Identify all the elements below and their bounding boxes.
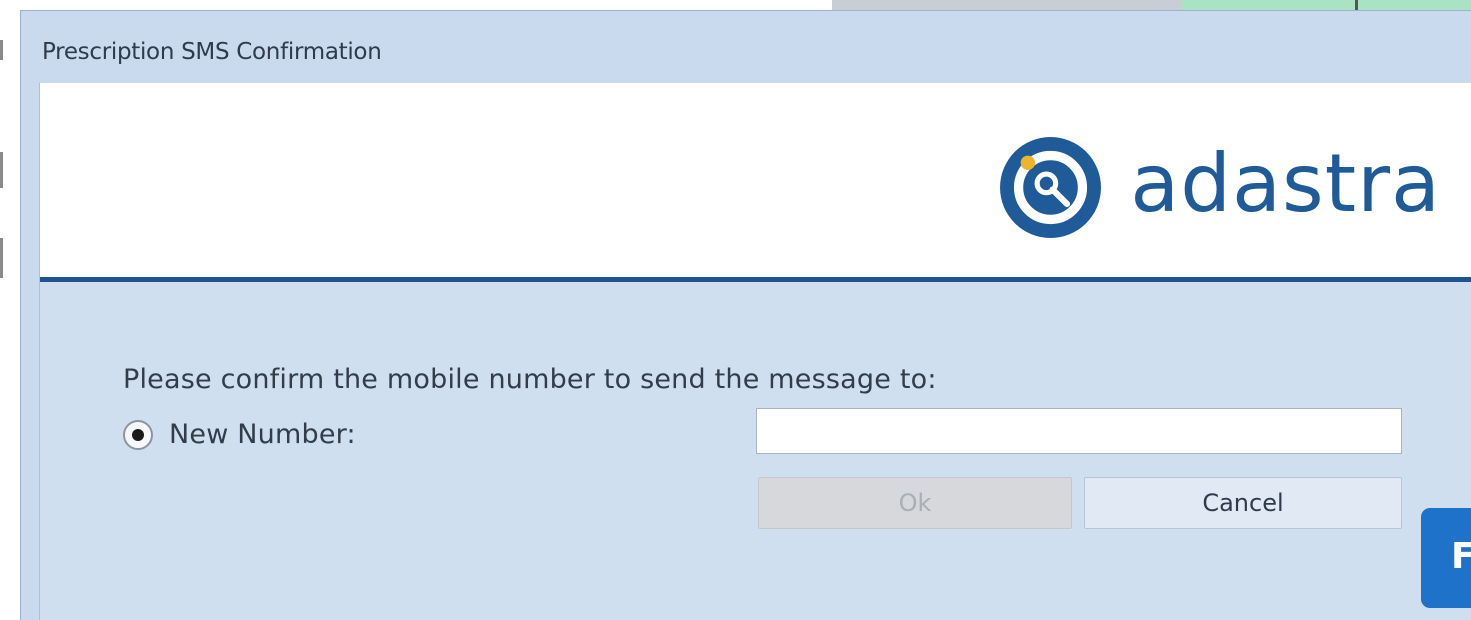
- dialog-title: Prescription SMS Confirmation: [42, 39, 382, 65]
- new-number-option[interactable]: New Number:: [123, 419, 356, 450]
- confirm-prompt: Please confirm the mobile number to send…: [123, 364, 937, 395]
- background-action-button[interactable]: F: [1421, 508, 1471, 608]
- adastra-logo: adastra: [999, 135, 1441, 240]
- background-window-edge: [0, 238, 3, 278]
- background-window-edge: [0, 40, 3, 60]
- banner-divider: [40, 277, 1471, 282]
- background-action-button-label: F: [1451, 536, 1471, 577]
- brand-name: adastra: [1130, 136, 1441, 230]
- new-number-label[interactable]: New Number:: [169, 419, 356, 450]
- background-toolbar-strip-green: [1182, 0, 1471, 10]
- ok-button[interactable]: Ok: [758, 477, 1072, 529]
- background-toolbar-strip: [832, 0, 1182, 10]
- radio-selected-dot: [132, 428, 144, 441]
- dialog-body: adastra Please confirm the mobile number…: [39, 83, 1471, 620]
- new-number-input[interactable]: [756, 408, 1402, 454]
- background-window-edge: [0, 152, 3, 188]
- cancel-button[interactable]: Cancel: [1084, 477, 1402, 529]
- dialog-titlebar[interactable]: Prescription SMS Confirmation: [21, 11, 1471, 83]
- brand-banner: adastra: [40, 83, 1471, 277]
- sms-confirmation-dialog: Prescription SMS Confirmation adastra Pl…: [20, 10, 1471, 620]
- new-number-radio[interactable]: [123, 419, 153, 450]
- adastra-logo-icon: [1000, 137, 1102, 238]
